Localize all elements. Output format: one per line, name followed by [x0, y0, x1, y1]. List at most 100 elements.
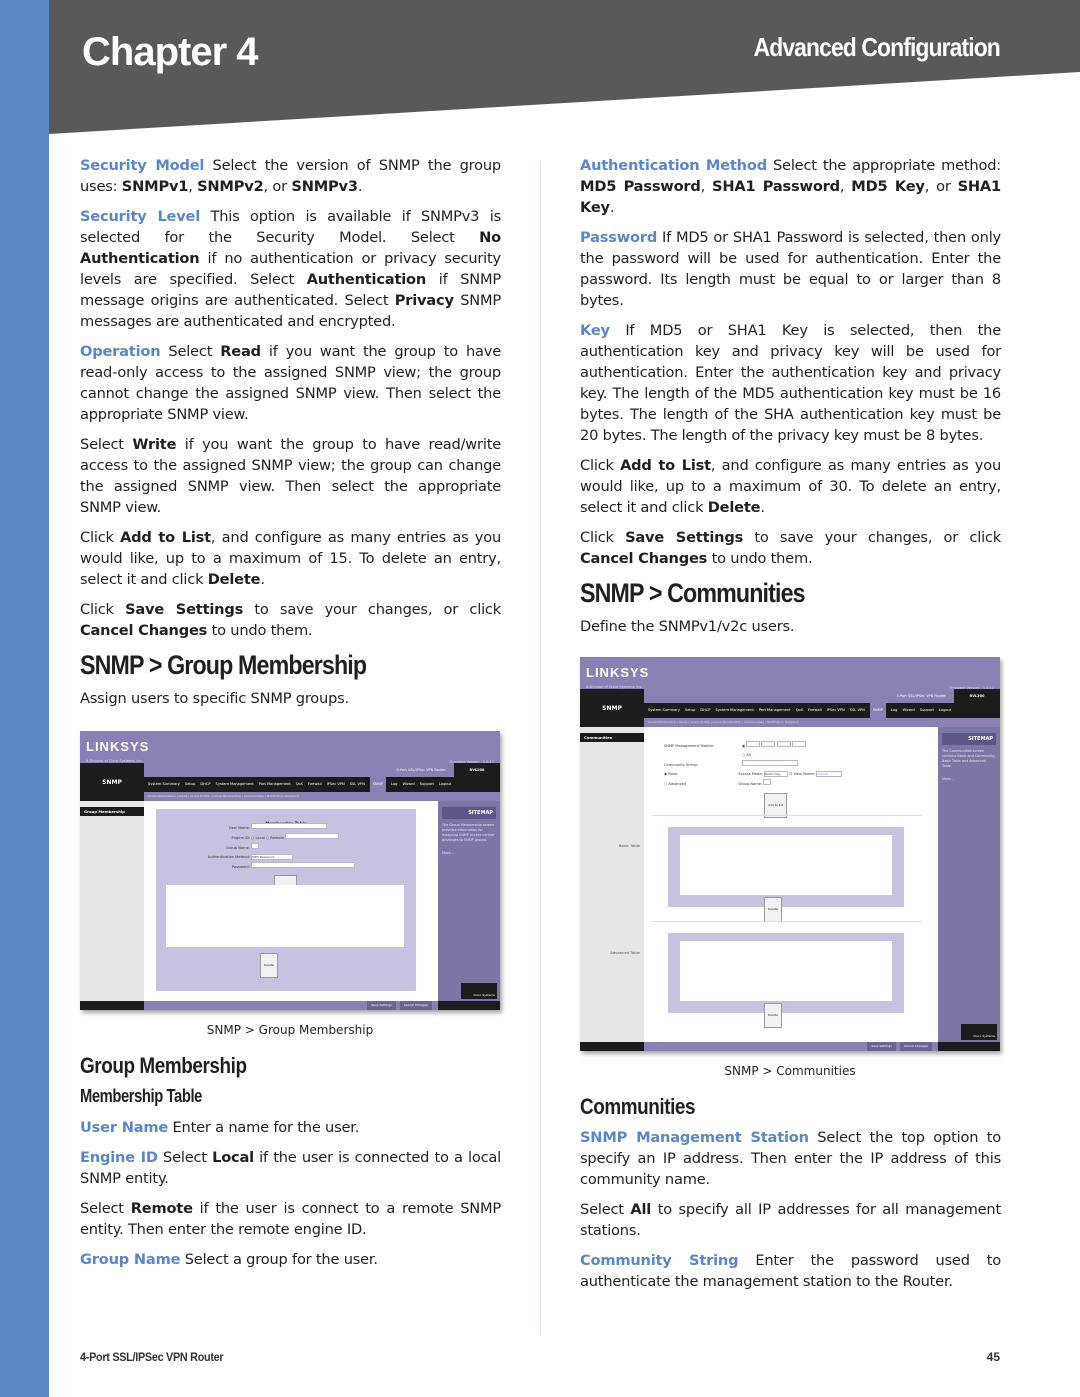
shot-topbar: LINKSYS A Division of Cisco Systems, Inc… [580, 657, 1000, 690]
footer-buttons: Save Settings Cancel Changes [144, 994, 438, 1010]
user-name-paragraph: User Name Enter a name for the user. [80, 1117, 501, 1138]
user-name-input[interactable] [251, 823, 328, 829]
delete-button[interactable]: Delete [260, 953, 278, 978]
label-community-string: Community String: [664, 763, 698, 767]
label-user-name: User Name: [228, 826, 250, 830]
form-row-advanced: ○ Advanced Group Name: [664, 779, 924, 789]
help-more-link[interactable]: More... [938, 773, 1000, 786]
text: to undo them. [707, 550, 813, 567]
membership-list-box[interactable] [166, 885, 404, 947]
engine-id-paragraph: Engine ID Select Local if the user is co… [80, 1147, 501, 1189]
footer-left-block [580, 1042, 644, 1051]
shot-nav: SNMP 4-Port SSL/IPSec VPN Router RVL200 S… [580, 689, 1000, 727]
view-name-select[interactable]: default [816, 771, 843, 777]
radio-remote[interactable]: ○ [266, 836, 269, 840]
access-mode-select[interactable]: Read Only [763, 771, 788, 777]
sitemap-link[interactable]: SITEMAP [942, 733, 996, 745]
key-paragraph: Key If MD5 or SHA1 Key is selected, then… [580, 320, 1001, 446]
label-view-name: View Name: [793, 772, 815, 776]
auth-method-select[interactable]: MD5 Password [251, 854, 294, 860]
heading-snmp-group-membership: SNMP > Group Membership [80, 650, 367, 680]
shot-help-column: SITEMAP The Group Membership screen prov… [438, 801, 500, 1001]
label-group-name: Group Name: [226, 846, 250, 850]
shot-body: Communities Basic Table Advanced Table S… [580, 727, 1000, 1042]
membership-table-panel: Membership Table User Name: Engine ID: ○… [156, 809, 416, 991]
add-to-list-paragraph: Click Add to List, and configure as many… [580, 455, 1001, 518]
column-divider [540, 160, 541, 1335]
text: to save your changes, or click [743, 529, 1001, 546]
help-text: The Group Membership screen provides inf… [442, 823, 495, 842]
remote-paragraph: Select Remote if the user is connect to … [80, 1198, 501, 1240]
basic-delete-button[interactable]: Delete [764, 897, 782, 922]
advanced-table-list[interactable] [680, 941, 892, 1001]
text: , [839, 178, 852, 195]
advanced-delete-button[interactable]: Delete [764, 1003, 782, 1028]
sub-tabs[interactable]: Global Parameters | Views | Group Profil… [644, 718, 1000, 727]
term-security-model: Security Model [80, 157, 205, 174]
help-text: The Communities screen contains Basic an… [942, 749, 996, 768]
remote-engine-input[interactable] [285, 833, 340, 839]
radio-all[interactable]: ○ [742, 753, 745, 757]
bold-save-settings: Save Settings [125, 601, 244, 618]
text: Select a group for the user. [180, 1251, 378, 1268]
all-paragraph: Select All to specify all IP addresses f… [580, 1199, 1001, 1241]
bold-md5-password: MD5 Password [580, 178, 701, 195]
shot-footer-bar: Save Settings Cancel Changes [80, 994, 500, 1010]
security-level-paragraph: Security Level This option is available … [80, 206, 501, 332]
text: Click [80, 529, 121, 546]
ip-octet-2[interactable] [761, 741, 776, 747]
radio-basic[interactable]: ◉ [664, 772, 667, 776]
term-community-string: Community String [580, 1252, 739, 1269]
security-model-paragraph: Security Model Select the version of SNM… [80, 155, 501, 197]
radio-ip[interactable]: ◉ [742, 744, 745, 748]
write-paragraph: Select Write if you want the group to ha… [80, 434, 501, 518]
heading-snmp-communities: SNMP > Communities [580, 578, 806, 608]
footer-right-block [938, 1042, 1000, 1051]
radio-local[interactable]: ○ [251, 836, 254, 840]
cisco-logo: Cisco Systems [961, 1024, 997, 1040]
community-string-input[interactable] [742, 760, 798, 766]
bold-delete: Delete [207, 571, 261, 588]
term-password: Password [580, 229, 658, 246]
sidebar-group-membership[interactable]: Group Membership [80, 807, 144, 816]
group-membership-intro: Assign users to specific SNMP groups. [80, 690, 349, 707]
membership-form: User Name: Engine ID: ○ Local ○ Remote G… [186, 823, 386, 872]
text: to undo them. [207, 622, 313, 639]
sidebar-communities[interactable]: Communities [580, 733, 644, 742]
term-snmp-management-station: SNMP Management Station [580, 1129, 809, 1146]
text: Click [580, 457, 621, 474]
communities-form: SNMP Management Station: ◉ ○ All Communit… [664, 741, 924, 789]
heading-membership-table: Membership Table [80, 1086, 202, 1106]
text: Enter a name for the user. [168, 1119, 360, 1136]
screenshot-communities: LINKSYS A Division of Cisco Systems, Inc… [580, 657, 1000, 1051]
term-key: Key [580, 322, 610, 339]
ip-octet-3[interactable] [776, 741, 791, 747]
help-more-link[interactable]: More... [438, 847, 500, 860]
bold-cancel-changes: Cancel Changes [80, 622, 208, 639]
group-name-select[interactable] [763, 779, 772, 785]
text: . [357, 178, 363, 195]
bold-snmpv3: SNMPv3 [291, 178, 358, 195]
form-row-community: Community String: [664, 760, 924, 770]
footer-page-number: 45 [986, 1350, 1000, 1364]
ip-octet-4[interactable] [791, 741, 806, 747]
heading-communities: Communities [580, 1094, 696, 1119]
sub-tabs[interactable]: Global Parameters | Views | Group Profil… [144, 792, 500, 801]
caption-communities: SNMP > Communities [724, 1064, 856, 1078]
view-name-checkbox[interactable]: ☐ [789, 772, 792, 776]
group-name-select[interactable] [251, 843, 260, 849]
group-name-paragraph: Group Name Select a group for the user. [80, 1249, 501, 1270]
shot-topbar: LINKSYS A Division of Cisco Systems, Inc… [80, 731, 500, 764]
section-divider [652, 815, 922, 816]
ip-octet-1[interactable] [746, 741, 761, 747]
shot-nav: SNMP 4-Port SSL/IPSec VPN Router RVL200 S… [80, 763, 500, 801]
text: If MD5 or SHA1 Key is selected, then the… [580, 322, 1001, 444]
text: , [700, 178, 713, 195]
radio-advanced[interactable]: ○ [664, 782, 667, 786]
basic-table-list[interactable] [680, 835, 892, 895]
password-input[interactable] [251, 862, 356, 868]
term-group-name: Group Name [80, 1251, 181, 1268]
left-column: Security Model Select the version of SNM… [80, 155, 501, 1279]
form-row-password: Password: [186, 862, 386, 872]
sitemap-link[interactable]: SITEMAP [442, 807, 496, 819]
